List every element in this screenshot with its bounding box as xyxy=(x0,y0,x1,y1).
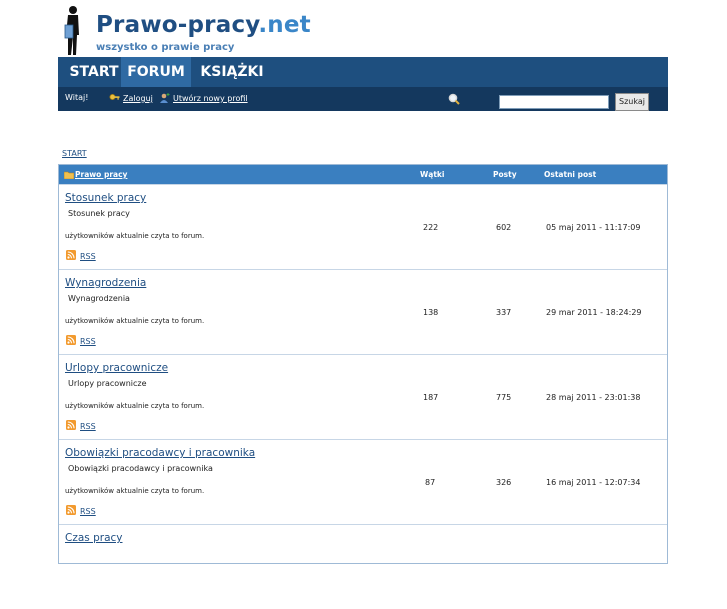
last-post-date: 28 maj 2011 - 23:01:38 xyxy=(546,393,641,402)
thread-count: 187 xyxy=(423,393,439,402)
rss-icon[interactable] xyxy=(66,420,76,430)
nav-item-forum[interactable]: FORUM xyxy=(121,57,191,87)
user-add-icon xyxy=(160,93,170,103)
logo-figure-icon xyxy=(64,6,79,55)
forum-description: Urlopy pracownicze xyxy=(68,379,147,388)
forum-title-link[interactable]: Obowiązki pracodawcy i pracownika xyxy=(65,447,255,459)
forum-title-link[interactable]: Wynagrodzenia xyxy=(65,277,146,289)
rss-link[interactable]: RSS xyxy=(80,507,96,516)
thread-count: 87 xyxy=(425,478,436,487)
register-label: Utwórz nowy profil xyxy=(173,94,248,103)
forum-readers: użytkowników aktualnie czyta to forum. xyxy=(65,317,205,325)
header-posts: Posty xyxy=(493,170,517,179)
site-title-main: Prawo-pracy xyxy=(96,12,259,38)
site-title-tld: .net xyxy=(258,12,311,38)
post-count: 337 xyxy=(496,308,512,317)
last-post-date: 05 maj 2011 - 11:17:09 xyxy=(546,223,641,232)
rss-link[interactable]: RSS xyxy=(80,252,96,261)
forum-row: Czas pracy xyxy=(59,524,667,609)
forum-readers: użytkowników aktualnie czyta to forum. xyxy=(65,402,205,410)
forum-row: Wynagrodzenia Wynagrodzenia użytkowników… xyxy=(59,269,667,354)
forum-title-link[interactable]: Urlopy pracownicze xyxy=(65,362,168,374)
nav-item-books[interactable]: KSIĄŻKI xyxy=(198,57,266,87)
table-header: Prawo pracy Wątki Posty Ostatni post xyxy=(59,165,667,184)
user-bar: Witaj! Zaloguj Utwórz nowy profil Szukaj xyxy=(58,87,668,111)
rss-link[interactable]: RSS xyxy=(80,337,96,346)
search-button[interactable]: Szukaj xyxy=(615,93,649,111)
forum-row: Obowiązki pracodawcy i pracownika Obowią… xyxy=(59,439,667,524)
folder-icon xyxy=(64,171,74,179)
last-post-date: 16 maj 2011 - 12:07:34 xyxy=(546,478,641,487)
thread-count: 138 xyxy=(423,308,439,317)
welcome-text: Witaj! xyxy=(65,93,89,102)
rss-link[interactable]: RSS xyxy=(80,422,96,431)
main-navbar: START FORUM KSIĄŻKI xyxy=(58,57,668,87)
rss-icon[interactable] xyxy=(66,335,76,345)
register-link[interactable]: Utwórz nowy profil xyxy=(159,93,248,103)
forum-title-link[interactable]: Stosunek pracy xyxy=(65,192,146,204)
header-threads: Wątki xyxy=(420,170,445,179)
post-count: 602 xyxy=(496,223,512,232)
rss-icon[interactable] xyxy=(66,505,76,515)
forum-readers: użytkowników aktualnie czyta to forum. xyxy=(65,232,205,240)
forum-row: Urlopy pracownicze Urlopy pracownicze uż… xyxy=(59,354,667,439)
search-icon xyxy=(448,93,460,105)
forum-description: Stosunek pracy xyxy=(68,209,130,218)
site-title[interactable]: Prawo-pracy.net xyxy=(96,12,311,38)
forum-title-link[interactable]: Czas pracy xyxy=(65,532,123,544)
last-post-date: 29 mar 2011 - 18:24:29 xyxy=(546,308,642,317)
search-input[interactable] xyxy=(499,95,609,109)
forum-description: Wynagrodzenia xyxy=(68,294,130,303)
post-count: 326 xyxy=(496,478,512,487)
forum-row: Stosunek pracy Stosunek pracy użytkownik… xyxy=(59,184,667,269)
header-last-post: Ostatni post xyxy=(544,170,597,179)
post-count: 775 xyxy=(496,393,512,402)
forum-readers: użytkowników aktualnie czyta to forum. xyxy=(65,487,205,495)
rss-icon[interactable] xyxy=(66,250,76,260)
login-label: Zaloguj xyxy=(123,94,153,103)
login-link[interactable]: Zaloguj xyxy=(109,93,153,103)
forum-description: Obowiązki pracodawcy i pracownika xyxy=(68,464,213,473)
key-icon xyxy=(109,94,120,100)
category-link[interactable]: Prawo pracy xyxy=(75,170,127,179)
nav-item-start[interactable]: START xyxy=(66,57,122,87)
site-tagline: wszystko o prawie pracy xyxy=(96,42,235,53)
forum-table: Prawo pracy Wątki Posty Ostatni post Sto… xyxy=(58,164,668,564)
breadcrumb[interactable]: START xyxy=(62,149,87,158)
thread-count: 222 xyxy=(423,223,439,232)
